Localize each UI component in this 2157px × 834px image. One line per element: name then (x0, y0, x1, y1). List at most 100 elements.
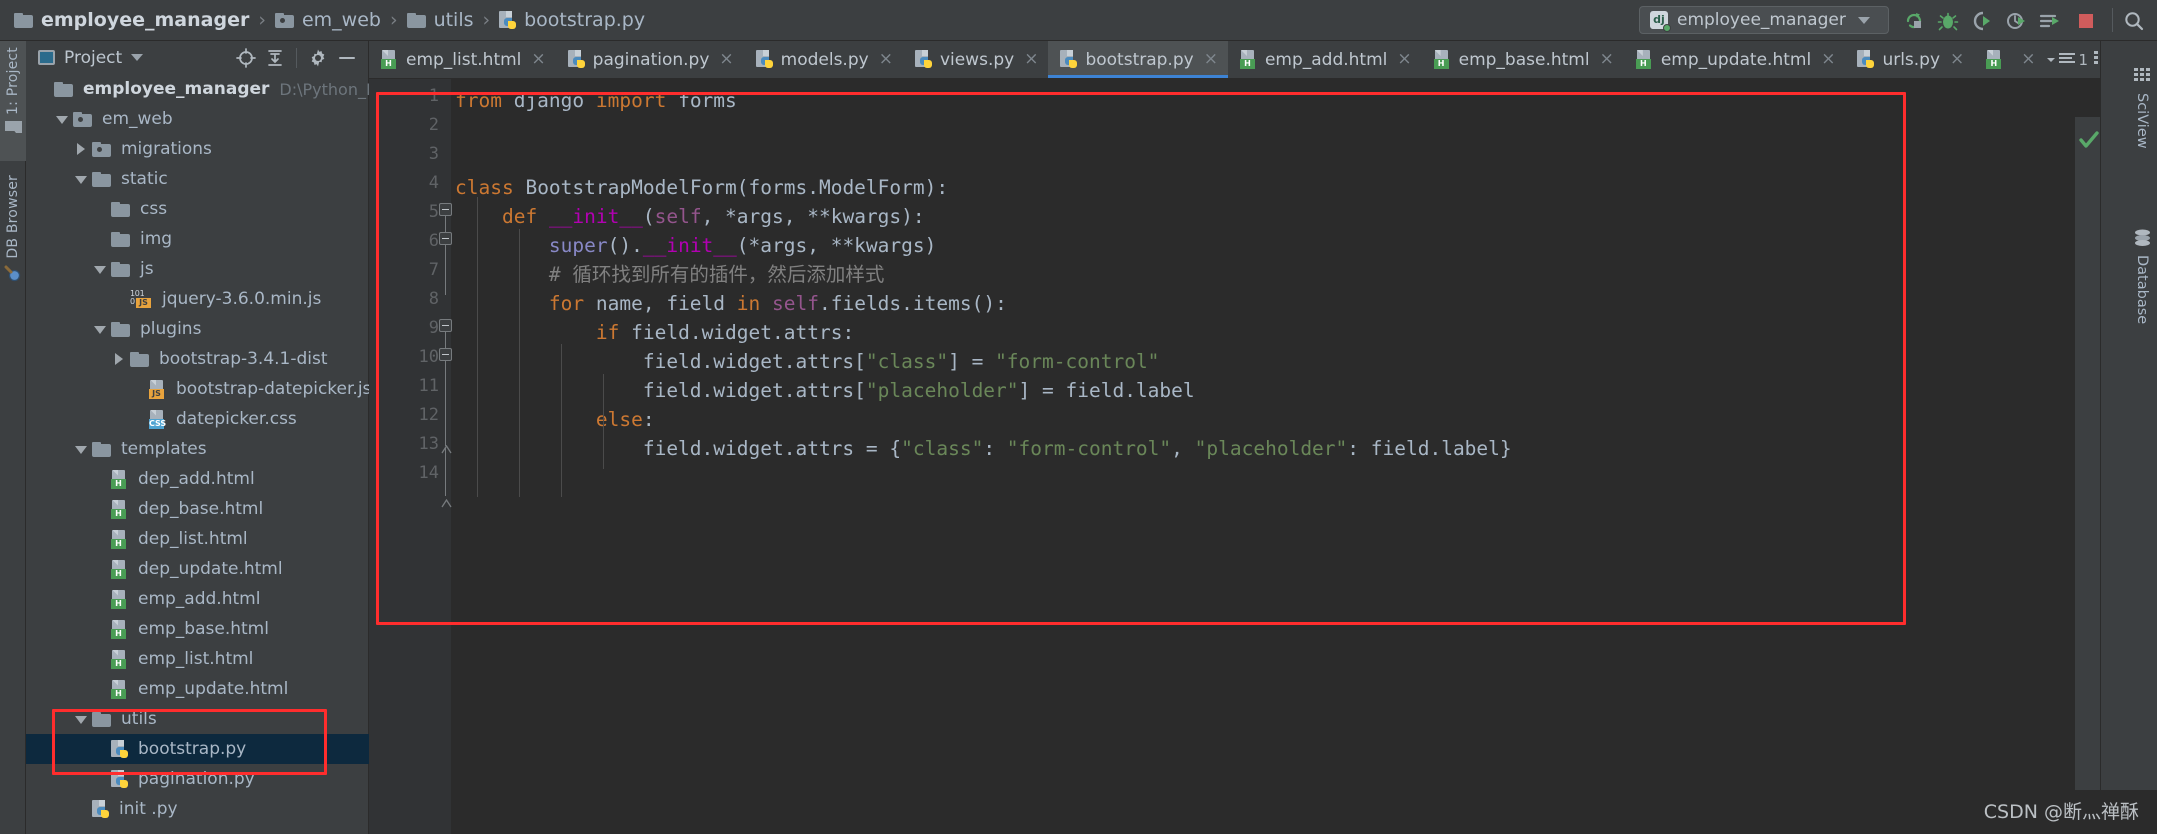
code-line: super().__init__(*args, **kwargs) (548, 234, 937, 257)
tree-node-dep-base-html[interactable]: Hdep_base.html (26, 494, 369, 524)
sidebar-item-sciview[interactable]: SciView (2127, 59, 2157, 189)
close-icon[interactable]: × (879, 51, 893, 68)
tree-node-templates[interactable]: templates (26, 434, 369, 464)
tree-node-employee-manager[interactable]: employee_manager D:\Python_Proj (26, 74, 369, 104)
hide-panel-button[interactable] (334, 45, 360, 71)
tree-node-js[interactable]: js (26, 254, 369, 284)
run-with-console-button[interactable] (2037, 8, 2063, 34)
tree-node-init-py[interactable]: init .py (26, 794, 369, 824)
sidebar-item-project[interactable]: 1: Project (0, 41, 26, 161)
locate-file-button[interactable] (233, 45, 259, 71)
editor-tab-urls-py[interactable]: urls.py × (1845, 41, 1974, 78)
code-line: # 循环找到所有的插件，然后添加样式 (455, 263, 885, 286)
breadcrumb-item-em-web[interactable]: em_web (274, 9, 381, 31)
tab-overflow-count: 1 (2078, 50, 2089, 69)
tree-node-plugins[interactable]: plugins (26, 314, 369, 344)
editor-tab-models-py[interactable]: models.py × (744, 41, 903, 78)
editor-tab-emp-update-html[interactable]: Hemp_update.html × (1624, 41, 1846, 78)
rerun-button[interactable] (1901, 8, 1927, 34)
run-configuration-selector[interactable]: dj employee_manager (1639, 6, 1889, 34)
module-folder-icon (92, 141, 111, 157)
line-number: 2 (428, 115, 439, 135)
code-editor[interactable]: 1 2 3 4 5 6 7 8 9 10 11 12 13 14 from django import f… (369, 79, 2100, 834)
tree-node-migrations[interactable]: migrations (26, 134, 369, 164)
close-icon[interactable]: × (531, 51, 545, 68)
close-icon[interactable]: × (1821, 51, 1835, 68)
chevron-down-icon[interactable] (55, 112, 69, 126)
tree-node-label: bootstrap.py (138, 739, 247, 759)
close-icon[interactable]: × (2021, 51, 2035, 68)
tree-node-emp-list-html[interactable]: Hemp_list.html (26, 644, 369, 674)
chevron-right-icon[interactable] (74, 142, 88, 156)
line-number: 12 (418, 405, 439, 425)
tree-node-jquery-3-6-0-min-js[interactable]: 101 0 JS jquery-3.6.0.min.js (26, 284, 369, 314)
close-icon[interactable]: × (1600, 51, 1614, 68)
tree-node-label: init .py (119, 799, 178, 819)
tree-node-utils[interactable]: utils (26, 704, 369, 734)
chevron-down-icon[interactable] (131, 54, 144, 61)
breadcrumb-item-bootstrap-py[interactable]: bootstrap.py (499, 9, 645, 31)
breadcrumb-item-utils[interactable]: utils (406, 9, 474, 31)
chevron-down-icon[interactable] (74, 442, 88, 456)
tree-node-bootstrap-3-4-1-dist[interactable]: bootstrap-3.4.1-dist (26, 344, 369, 374)
tab-list-button[interactable]: 1 (2046, 50, 2089, 69)
chevron-right-icon[interactable] (112, 352, 126, 366)
tree-node-em-web[interactable]: em_web (26, 104, 369, 134)
html-file-icon: H (111, 469, 128, 489)
chevron-down-icon[interactable] (93, 262, 107, 276)
marker-bar[interactable] (2074, 117, 2100, 834)
django-icon: dj (1650, 11, 1671, 32)
close-icon[interactable]: × (1950, 51, 1964, 68)
folder-icon (92, 441, 111, 457)
breadcrumb-item-employee-manager[interactable]: employee_manager (14, 9, 249, 31)
close-icon[interactable]: × (719, 51, 733, 68)
editor-tab-pagination-py[interactable]: pagination.py × (556, 41, 744, 78)
top-navigation-bar: employee_manager › em_web › utils › bootstrap.… (0, 0, 2157, 41)
tree-node-label: utils (121, 709, 157, 729)
tree-node-dep-update-html[interactable]: Hdep_update.html (26, 554, 369, 584)
run-coverage-button[interactable] (1969, 8, 1995, 34)
editor-tab-emp-base-html[interactable]: Hemp_base.html × (1422, 41, 1624, 78)
tree-node-img[interactable]: img (26, 224, 369, 254)
breadcrumb-separator: › (482, 9, 491, 31)
code-content[interactable]: from django import forms class Bootstrap… (451, 79, 2100, 834)
sidebar-item-sciview-label: SciView (2134, 93, 2150, 149)
chevron-down-icon (1857, 16, 1870, 24)
tree-node-emp-base-html[interactable]: Hemp_base.html (26, 614, 369, 644)
tree-node-static[interactable]: static (26, 164, 369, 194)
tree-node-bootstrap-datepicker-js[interactable]: JS bootstrap-datepicker.js (26, 374, 369, 404)
sidebar-item-db-browser[interactable]: DB Browser (0, 169, 26, 309)
collapse-all-button[interactable] (262, 45, 288, 71)
tree-node-dep-list-html[interactable]: Hdep_list.html (26, 524, 369, 554)
close-icon[interactable]: × (1024, 51, 1038, 68)
js-file-icon: JS (149, 379, 166, 399)
editor-tab-emp-list-html[interactable]: Hemp_list.html × (369, 41, 556, 78)
profile-button[interactable] (2003, 8, 2029, 34)
debug-button[interactable] (1935, 8, 1961, 34)
close-icon[interactable]: × (1204, 51, 1218, 68)
tree-node-pagination-py[interactable]: pagination.py (26, 764, 369, 794)
editor-tab-emp-add-html[interactable]: Hemp_add.html × (1228, 41, 1422, 78)
close-icon[interactable]: × (1397, 51, 1411, 68)
editor-tab-untitled[interactable]: H × (1974, 41, 2045, 78)
chevron-down-icon[interactable] (74, 172, 88, 186)
tree-node-emp-add-html[interactable]: Hemp_add.html (26, 584, 369, 614)
tree-node-bootstrap-py[interactable]: bootstrap.py (26, 734, 369, 764)
tree-node-datepicker-css[interactable]: CSS datepicker.css (26, 404, 369, 434)
editor-tab-views-py[interactable]: views.py × (903, 41, 1049, 78)
tree-node-emp-update-html[interactable]: Hemp_update.html (26, 674, 369, 704)
chevron-down-icon[interactable] (74, 712, 88, 726)
tree-node-css[interactable]: css (26, 194, 369, 224)
sidebar-item-database[interactable]: Database (2127, 221, 2157, 371)
stop-button[interactable] (2073, 8, 2099, 34)
tree-node-dep-add-html[interactable]: Hdep_add.html (26, 464, 369, 494)
gear-icon[interactable] (305, 45, 331, 71)
search-everywhere-button[interactable] (2121, 8, 2147, 34)
project-tree[interactable]: employee_manager D:\Python_Proj em_webmigr… (26, 74, 369, 834)
grid-icon (2133, 67, 2151, 85)
editor-gutter[interactable]: 1 2 3 4 5 6 7 8 9 10 11 12 13 14 (369, 79, 451, 834)
editor-tab-bootstrap-py[interactable]: bootstrap.py × (1048, 41, 1229, 78)
tree-node-label: emp_update.html (138, 679, 289, 699)
chevron-down-icon[interactable] (93, 322, 107, 336)
